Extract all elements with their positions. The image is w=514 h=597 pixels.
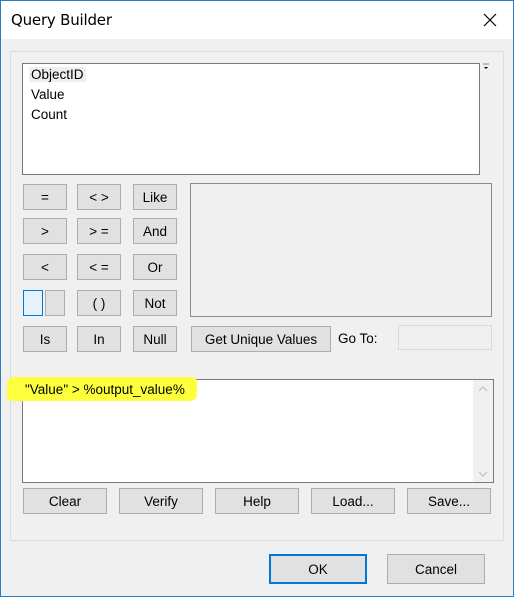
wildcard-underscore-button[interactable] [23,290,43,316]
not-button[interactable]: Not [133,290,177,316]
save-button[interactable]: Save... [407,488,491,514]
field-list[interactable]: ObjectID Value Count [22,63,480,175]
unique-values-list[interactable] [190,183,492,317]
ok-button[interactable]: OK [269,554,367,584]
is-button[interactable]: Is [23,326,67,352]
cancel-button[interactable]: Cancel [387,554,485,584]
less-equal-button[interactable]: < = [77,254,121,280]
less-than-button[interactable]: < [23,254,67,280]
scroll-down-button[interactable] [473,465,493,482]
chevron-down-icon [478,471,488,477]
field-item-value[interactable]: Value [29,87,67,102]
title-bar: Query Builder [1,1,513,39]
query-builder-dialog: Query Builder ObjectID Value Count = < >… [0,0,514,597]
field-item-count[interactable]: Count [29,107,69,122]
in-button[interactable]: In [77,326,121,352]
load-button[interactable]: Load... [311,488,395,514]
scroll-up-button[interactable] [473,380,493,397]
chevron-up-icon [478,385,488,391]
wildcard-percent-button[interactable] [45,290,65,316]
expression-text: "Value" > %output_value% [25,382,185,397]
parentheses-button[interactable]: ( ) [77,290,121,316]
null-button[interactable]: Null [133,326,177,352]
goto-label: Go To: [338,331,378,346]
list-menu-dropdown-icon[interactable] [482,63,490,71]
and-button[interactable]: And [133,218,177,244]
or-button[interactable]: Or [133,254,177,280]
greater-equal-button[interactable]: > = [77,218,121,244]
help-button[interactable]: Help [215,488,299,514]
field-item-objectid[interactable]: ObjectID [29,67,86,82]
dialog-title: Query Builder [11,11,112,29]
verify-button[interactable]: Verify [119,488,203,514]
equals-button[interactable]: = [23,184,67,210]
goto-input[interactable] [398,325,492,350]
clear-button[interactable]: Clear [23,488,107,514]
greater-than-button[interactable]: > [23,218,67,244]
not-equals-button[interactable]: < > [77,184,121,210]
close-icon [483,13,497,27]
close-button[interactable] [467,1,513,39]
expression-scrollbar[interactable] [473,380,493,482]
like-button[interactable]: Like [133,184,177,210]
get-unique-values-button[interactable]: Get Unique Values [191,326,331,352]
